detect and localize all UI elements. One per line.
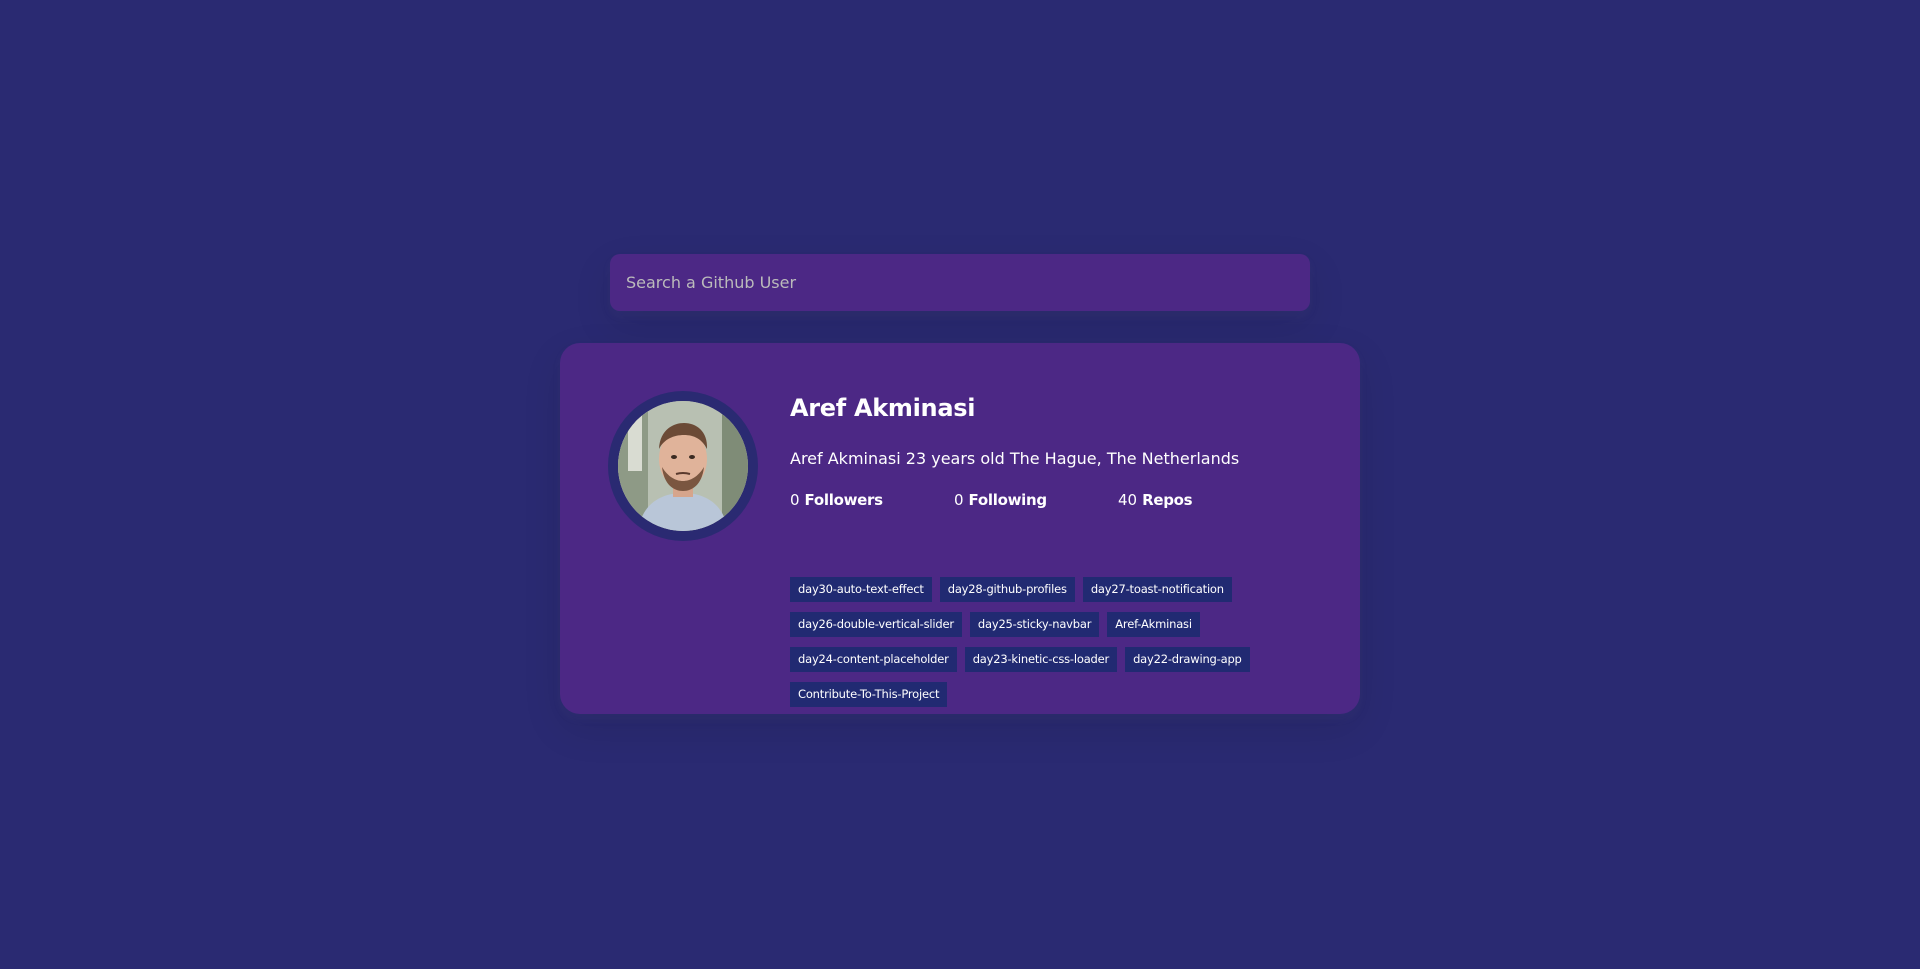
stat-repos: 40 Repos (1118, 489, 1282, 511)
repo-list: day30-auto-text-effect day28-github-prof… (790, 577, 1300, 717)
repo-link[interactable]: day22-drawing-app (1125, 647, 1250, 672)
search-form (610, 254, 1310, 311)
followers-label: Followers (804, 491, 884, 509)
stat-following: 0 Following (954, 489, 1118, 511)
stats-list: 0 Followers 0 Following 40 Repos (790, 489, 1310, 511)
repo-link[interactable]: day27-toast-notification (1082, 577, 1232, 602)
user-name: Aref Akminasi (790, 394, 976, 422)
avatar-photo (618, 401, 748, 531)
following-label: Following (968, 491, 1048, 509)
repo-link[interactable]: Aref-Akminasi (1107, 612, 1200, 637)
repo-link[interactable]: day25-sticky-navbar (969, 612, 1100, 637)
user-bio: Aref Akminasi 23 years old The Hague, Th… (790, 449, 1240, 468)
repo-link[interactable]: day28-github-profiles (939, 577, 1075, 602)
repos-label: Repos (1142, 491, 1193, 509)
profile-card: Aref Akminasi Aref Akminasi 23 years old… (560, 343, 1360, 714)
repo-link[interactable]: day26-double-vertical-slider (790, 612, 962, 637)
repo-link[interactable]: day23-kinetic-css-loader (964, 647, 1118, 672)
avatar-ring (608, 391, 758, 541)
repos-count: 40 (1118, 491, 1138, 509)
avatar (618, 401, 748, 531)
search-input[interactable] (610, 254, 1310, 311)
following-count: 0 (954, 491, 964, 509)
repo-link[interactable]: day30-auto-text-effect (790, 577, 932, 602)
followers-count: 0 (790, 491, 800, 509)
repo-link[interactable]: Contribute-To-This-Project (790, 682, 948, 707)
user-info: Aref Akminasi Aref Akminasi 23 years old… (790, 391, 1310, 707)
repo-link[interactable]: day24-content-placeholder (790, 647, 957, 672)
stat-followers: 0 Followers (790, 489, 954, 511)
